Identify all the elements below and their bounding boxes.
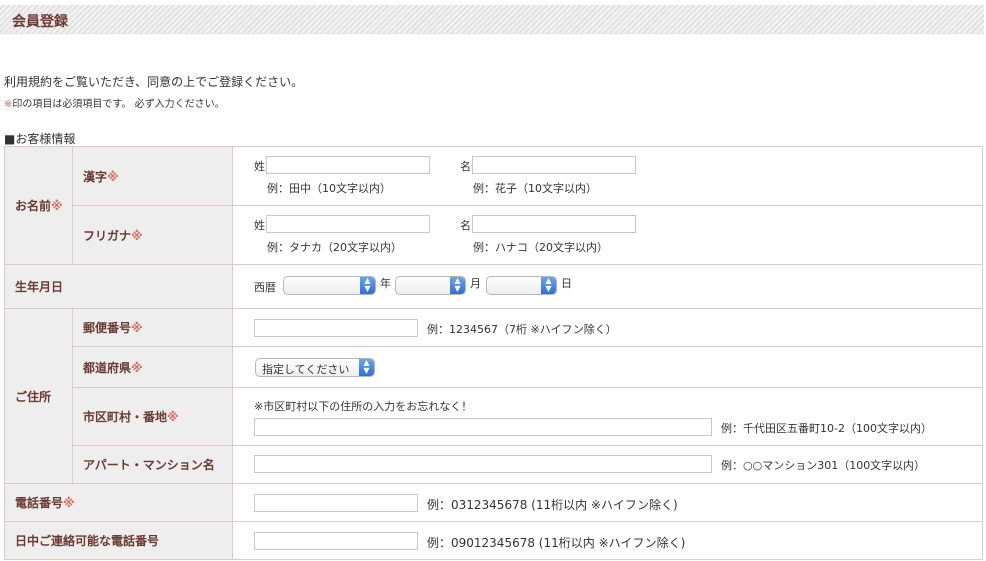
page-title: 会員登録 <box>12 14 68 30</box>
phone-label: 電話番号※ <box>4 483 233 522</box>
phone-input[interactable] <box>254 494 418 512</box>
apartment-example: 例：○○マンション301（100文字以内） <box>721 459 926 472</box>
apartment-field: 例：○○マンション301（100文字以内） <box>232 445 983 484</box>
postal-input[interactable] <box>254 319 418 337</box>
apartment-input[interactable] <box>254 455 712 473</box>
row-name-kanji: お名前※ 漢字※ 姓 名 例：田中（10文字以内） 例：花子（10文字以内） <box>4 146 983 265</box>
day-phone-field: 例：09012345678 (11桁以内 ※ハイフン除く) <box>232 521 983 560</box>
chevron-updown-icon: ▲ ▼ <box>541 277 556 294</box>
kanji-first-input[interactable] <box>472 156 636 174</box>
furigana-label: フリガナ※ <box>72 205 233 265</box>
section-label: ■お客様情報 <box>4 132 76 146</box>
postal-field: 例：1234567（7桁 ※ハイフン除く） <box>232 308 983 347</box>
birth-day-select[interactable]: ▲ ▼ <box>486 276 557 295</box>
day-phone-label: 日中ご連絡可能な電話番号 <box>4 521 233 560</box>
chevron-updown-icon: ▲ ▼ <box>360 277 375 294</box>
furigana-first-example: 例：ハナコ（20文字以内） <box>473 241 608 254</box>
phone-field: 例：0312345678 (11桁以内 ※ハイフン除く) <box>232 483 983 522</box>
form-table: お名前※ 漢字※ 姓 名 例：田中（10文字以内） 例：花子（10文字以内） フ… <box>4 146 983 560</box>
kanji-first-example: 例：花子（10文字以内） <box>473 182 597 195</box>
kanji-last-input[interactable] <box>266 156 430 174</box>
city-example: 例：千代田区五番町10-2（100文字以内） <box>721 422 932 435</box>
row-name-furigana: フリガナ※ 姓 名 例：タナカ（20文字以内） 例：ハナコ（20文字以内） <box>5 205 983 265</box>
birthday-label: 生年月日 <box>4 264 233 309</box>
furigana-last-input[interactable] <box>266 215 430 233</box>
furigana-first-input[interactable] <box>472 215 636 233</box>
postal-label: 郵便番号※ <box>72 308 233 347</box>
furigana-first-label: 名 <box>460 219 471 232</box>
name-label: お名前※ <box>4 146 73 265</box>
city-note: ※市区町村以下の住所の入力をお忘れなく！ <box>254 400 473 413</box>
furigana-last-label: 姓 <box>254 219 265 232</box>
chevron-updown-icon: ▲ ▼ <box>450 277 465 294</box>
required-note-text: 印の項目は必須項目です。 必ず入力ください。 <box>12 99 225 110</box>
birth-year-select[interactable]: ▲ ▼ <box>283 276 376 295</box>
kanji-first-label: 名 <box>460 160 471 173</box>
intro-text: 利用規約をご覧いただき、同意の上でご登録ください。 <box>4 75 304 89</box>
prefecture-select[interactable]: 指定してください ▲ ▼ <box>255 358 375 377</box>
row-day-phone: 日中ご連絡可能な電話番号 例：09012345678 (11桁以内 ※ハイフン除… <box>4 521 983 560</box>
birth-month-select[interactable]: ▲ ▼ <box>395 276 466 295</box>
row-birthday: 生年月日 西暦 ▲ ▼ 年 ▲ ▼ 月 ▲ ▼ 日 <box>4 264 983 309</box>
row-postal: ご住所 郵便番号※ 例：1234567（7桁 ※ハイフン除く） <box>4 308 983 484</box>
prefecture-selected: 指定してください <box>262 363 350 376</box>
page-header: 会員登録 <box>0 5 984 34</box>
row-phone: 電話番号※ 例：0312345678 (11桁以内 ※ハイフン除く) <box>4 483 983 522</box>
kanji-label: 漢字※ <box>72 146 233 206</box>
furigana-field: 姓 名 例：タナカ（20文字以内） 例：ハナコ（20文字以内） <box>232 205 983 265</box>
apartment-label: アパート・マンション名 <box>72 445 233 484</box>
phone-example: 例：0312345678 (11桁以内 ※ハイフン除く) <box>427 498 678 512</box>
prefecture-field: 指定してください ▲ ▼ <box>232 346 983 388</box>
kanji-field: 姓 名 例：田中（10文字以内） 例：花子（10文字以内） <box>232 146 983 206</box>
prefecture-label: 都道府県※ <box>72 346 233 388</box>
birthday-era-label: 西暦 <box>254 281 276 294</box>
city-label: 市区町村・番地※ <box>72 387 233 446</box>
required-note: ※印の項目は必須項目です。 必ず入力ください。 <box>4 95 225 110</box>
city-field: ※市区町村以下の住所の入力をお忘れなく！ 例：千代田区五番町10-2（100文字… <box>232 387 983 446</box>
day-phone-input[interactable] <box>254 532 418 550</box>
furigana-last-example: 例：タナカ（20文字以内） <box>267 241 402 254</box>
row-city: 市区町村・番地※ ※市区町村以下の住所の入力をお忘れなく！ 例：千代田区五番町1… <box>5 387 983 446</box>
row-apartment: アパート・マンション名 例：○○マンション301（100文字以内） <box>5 445 983 484</box>
chevron-updown-icon: ▲ ▼ <box>359 359 374 376</box>
kanji-last-label: 姓 <box>254 160 265 173</box>
city-input[interactable] <box>254 418 712 436</box>
birthday-day-label: 日 <box>561 277 572 290</box>
birthday-month-label: 月 <box>470 277 481 290</box>
postal-example: 例：1234567（7桁 ※ハイフン除く） <box>427 323 617 336</box>
birthday-field: 西暦 ▲ ▼ 年 ▲ ▼ 月 ▲ ▼ 日 <box>232 264 983 309</box>
birthday-year-label: 年 <box>380 277 391 290</box>
kanji-last-example: 例：田中（10文字以内） <box>267 182 391 195</box>
day-phone-example: 例：09012345678 (11桁以内 ※ハイフン除く) <box>427 536 686 550</box>
row-prefecture: 都道府県※ 指定してください ▲ ▼ <box>5 346 983 388</box>
address-label: ご住所 <box>4 308 73 484</box>
registration-form: お名前※ 漢字※ 姓 名 例：田中（10文字以内） 例：花子（10文字以内） フ… <box>4 146 983 560</box>
